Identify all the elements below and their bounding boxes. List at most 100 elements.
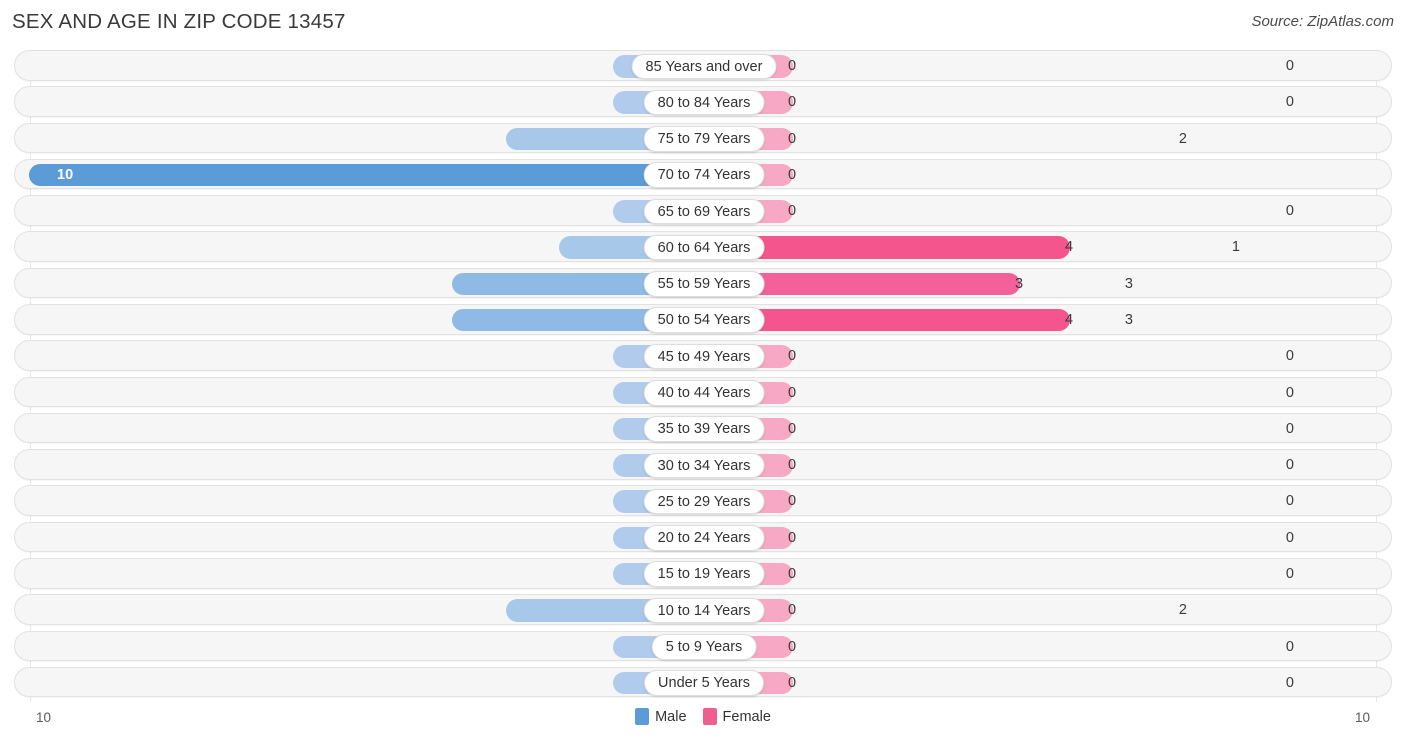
female-value-label: 0 (788, 420, 797, 437)
row-track: 0 0 5 to 9 Years (14, 630, 1392, 662)
male-value-label: 0 (1285, 529, 1294, 546)
female-value-label: 0 (788, 384, 797, 401)
female-value-label: 0 (788, 565, 797, 582)
male-value-label: 3 (1124, 311, 1133, 328)
female-value-label: 0 (788, 674, 797, 691)
row-track: 3 4 50 to 54 Years (14, 303, 1392, 335)
age-group-row: 0 0 25 to 29 Years (0, 485, 1406, 516)
age-group-row: 2 0 10 to 14 Years (0, 594, 1406, 625)
age-group-label: 80 to 84 Years (643, 89, 765, 116)
female-value-label: 0 (788, 493, 797, 510)
age-group-row: 0 0 30 to 34 Years (0, 449, 1406, 480)
female-bar[interactable] (718, 236, 1070, 259)
male-value-label: 0 (1285, 420, 1294, 437)
female-value-label: 3 (1015, 275, 1024, 292)
age-group-label: Under 5 Years (644, 670, 764, 696)
legend-label-female: Female (722, 708, 771, 725)
row-track: 0 0 30 to 34 Years (14, 449, 1392, 480)
age-group-row: 0 0 80 to 84 Years (0, 86, 1406, 117)
age-group-label: 50 to 54 Years (643, 307, 765, 333)
chart-header: SEX AND AGE IN ZIP CODE 13457 Source: Zi… (0, 0, 1406, 46)
age-group-row: 0 0 65 to 69 Years (0, 195, 1406, 226)
chart-footer: 10 10 Male Female (0, 704, 1406, 740)
female-value-label: 0 (788, 166, 797, 183)
row-track: 0 0 65 to 69 Years (14, 195, 1392, 226)
male-value-label: 0 (1285, 493, 1294, 510)
age-group-label: 20 to 24 Years (643, 525, 765, 551)
row-track: 0 0 85 Years and over (14, 50, 1392, 81)
row-track: 2 0 10 to 14 Years (14, 594, 1392, 625)
age-group-label: 45 to 49 Years (643, 343, 765, 370)
female-value-label: 0 (788, 58, 797, 74)
legend-item-female[interactable]: Female (702, 708, 771, 725)
male-value-label: 0 (1285, 203, 1294, 220)
male-value-label: 0 (1285, 384, 1294, 401)
male-value-label: 10 (57, 166, 74, 183)
male-value-label: 2 (1178, 602, 1187, 619)
male-value-label: 0 (1285, 348, 1294, 365)
male-value-label: 2 (1178, 130, 1187, 147)
female-value-label: 4 (1065, 311, 1074, 328)
age-group-label: 55 to 59 Years (643, 271, 765, 297)
chart-page: SEX AND AGE IN ZIP CODE 13457 Source: Zi… (0, 0, 1406, 740)
female-value-label: 0 (788, 348, 797, 365)
legend-swatch-male-icon (635, 708, 650, 725)
male-value-label: 0 (1285, 58, 1294, 74)
male-value-label: 0 (1285, 565, 1294, 582)
page-title: SEX AND AGE IN ZIP CODE 13457 (12, 10, 346, 33)
row-track: 0 0 25 to 29 Years (14, 485, 1392, 516)
age-group-row: 3 4 50 to 54 Years (0, 303, 1406, 335)
legend-swatch-female-icon (702, 708, 717, 725)
row-track: 1 4 60 to 64 Years (14, 231, 1392, 262)
female-value-label: 0 (788, 130, 797, 147)
age-group-label: 10 to 14 Years (643, 597, 765, 624)
chart-plot-area: 0 0 85 Years and over 0 0 80 to 84 Years 2 0 75 … (0, 50, 1406, 704)
male-value-label: 0 (1285, 638, 1294, 655)
age-group-rows: 0 0 85 Years and over 0 0 80 to 84 Years 2 0 75 … (0, 50, 1406, 703)
age-group-row: 0 0 35 to 39 Years (0, 412, 1406, 444)
female-value-label: 0 (788, 529, 797, 546)
age-group-label: 60 to 64 Years (643, 234, 765, 261)
age-group-label: 65 to 69 Years (643, 198, 765, 225)
chart-legend: Male Female (0, 708, 1406, 725)
row-track: 2 0 75 to 79 Years (14, 122, 1392, 154)
age-group-row: 0 0 40 to 44 Years (0, 376, 1406, 408)
age-group-label: 5 to 9 Years (651, 634, 757, 660)
age-group-label: 25 to 29 Years (643, 488, 765, 515)
male-bar[interactable] (29, 163, 688, 187)
age-group-row: 0 0 15 to 19 Years (0, 557, 1406, 589)
row-track: 0 0 45 to 49 Years (14, 340, 1392, 371)
age-group-row: 1 4 60 to 64 Years (0, 231, 1406, 262)
male-value-label: 3 (1124, 275, 1133, 292)
row-track: 0 0 80 to 84 Years (14, 86, 1392, 117)
male-value-label: 0 (1285, 457, 1294, 474)
age-group-label: 85 Years and over (631, 53, 777, 79)
age-group-row: 2 0 75 to 79 Years (0, 122, 1406, 154)
male-value-label: 0 (1285, 674, 1294, 691)
female-value-label: 0 (788, 602, 797, 619)
female-bar[interactable] (718, 308, 1070, 332)
male-value-label: 0 (1285, 94, 1294, 111)
female-value-label: 0 (788, 203, 797, 220)
age-group-label: 75 to 79 Years (643, 126, 765, 152)
age-group-row: 0 0 85 Years and over (0, 50, 1406, 81)
age-group-row: 3 3 55 to 59 Years (0, 267, 1406, 299)
age-group-row: 0 0 45 to 49 Years (0, 340, 1406, 371)
female-value-label: 0 (788, 638, 797, 655)
age-group-label: 40 to 44 Years (643, 380, 765, 406)
legend-item-male[interactable]: Male (635, 708, 687, 725)
row-track: 0 0 35 to 39 Years (14, 412, 1392, 444)
row-track: 0 0 15 to 19 Years (14, 557, 1392, 589)
female-value-label: 0 (788, 457, 797, 474)
female-value-label: 4 (1065, 239, 1074, 256)
age-group-label: 30 to 34 Years (643, 452, 765, 479)
age-group-row: 10 0 70 to 74 Years (0, 158, 1406, 190)
row-track: 10 0 70 to 74 Years (14, 158, 1392, 190)
age-group-label: 35 to 39 Years (643, 416, 765, 442)
source-attribution: Source: ZipAtlas.com (1251, 13, 1394, 30)
male-value-label: 1 (1231, 239, 1240, 256)
legend-label-male: Male (655, 708, 687, 725)
age-group-row: 0 0 5 to 9 Years (0, 630, 1406, 662)
row-track: 0 0 Under 5 Years (14, 666, 1392, 698)
age-group-label: 70 to 74 Years (643, 162, 765, 188)
